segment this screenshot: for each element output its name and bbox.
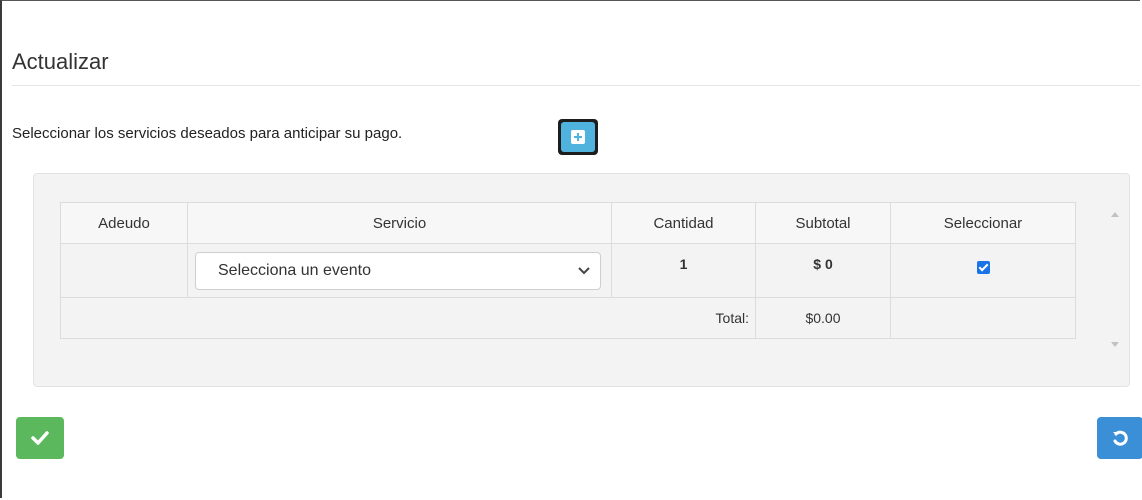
total-row: Total: $0.00 [60,297,1076,339]
service-select[interactable]: Selecciona un evento [195,252,601,290]
services-panel: Adeudo Servicio Cantidad Subtotal Selecc… [33,173,1130,387]
cell-seleccionar [890,243,1076,298]
cell-adeudo [60,243,188,298]
add-service-button[interactable] [558,119,598,155]
header-seleccionar: Seleccionar [890,202,1076,244]
scroll-up-arrow-icon[interactable] [1111,212,1119,217]
service-select-value: Selecciona un evento [218,262,371,279]
reset-button[interactable] [1097,417,1142,459]
services-table: Adeudo Servicio Cantidad Subtotal Selecc… [60,202,1076,339]
check-icon [31,431,49,445]
modal-title: Actualizar [12,49,109,74]
header-divider [12,85,1140,86]
table-header-row: Adeudo Servicio Cantidad Subtotal Selecc… [60,202,1076,244]
select-checkbox[interactable] [976,261,990,274]
header-cantidad: Cantidad [611,202,756,244]
plus-square-icon [571,130,585,144]
header-adeudo: Adeudo [60,202,188,244]
total-label: Total: [60,297,756,339]
table-row: Selecciona un evento 1 $ 0 [60,243,1076,298]
total-empty-cell [890,297,1076,339]
chevron-down-icon [578,267,590,275]
cell-subtotal: $ 0 [755,243,891,298]
confirm-button[interactable] [16,417,64,459]
cell-servicio: Selecciona un evento [187,243,612,298]
table-scrollbar[interactable] [1108,202,1122,362]
instruction-text: Seleccionar los servicios deseados para … [12,125,403,142]
header-servicio: Servicio [187,202,612,244]
undo-icon [1113,430,1128,446]
header-subtotal: Subtotal [755,202,891,244]
total-value: $0.00 [755,297,891,339]
scroll-down-arrow-icon[interactable] [1111,342,1119,347]
cell-cantidad: 1 [611,243,756,298]
update-modal: Actualizar Seleccionar los servicios des… [0,0,1142,498]
